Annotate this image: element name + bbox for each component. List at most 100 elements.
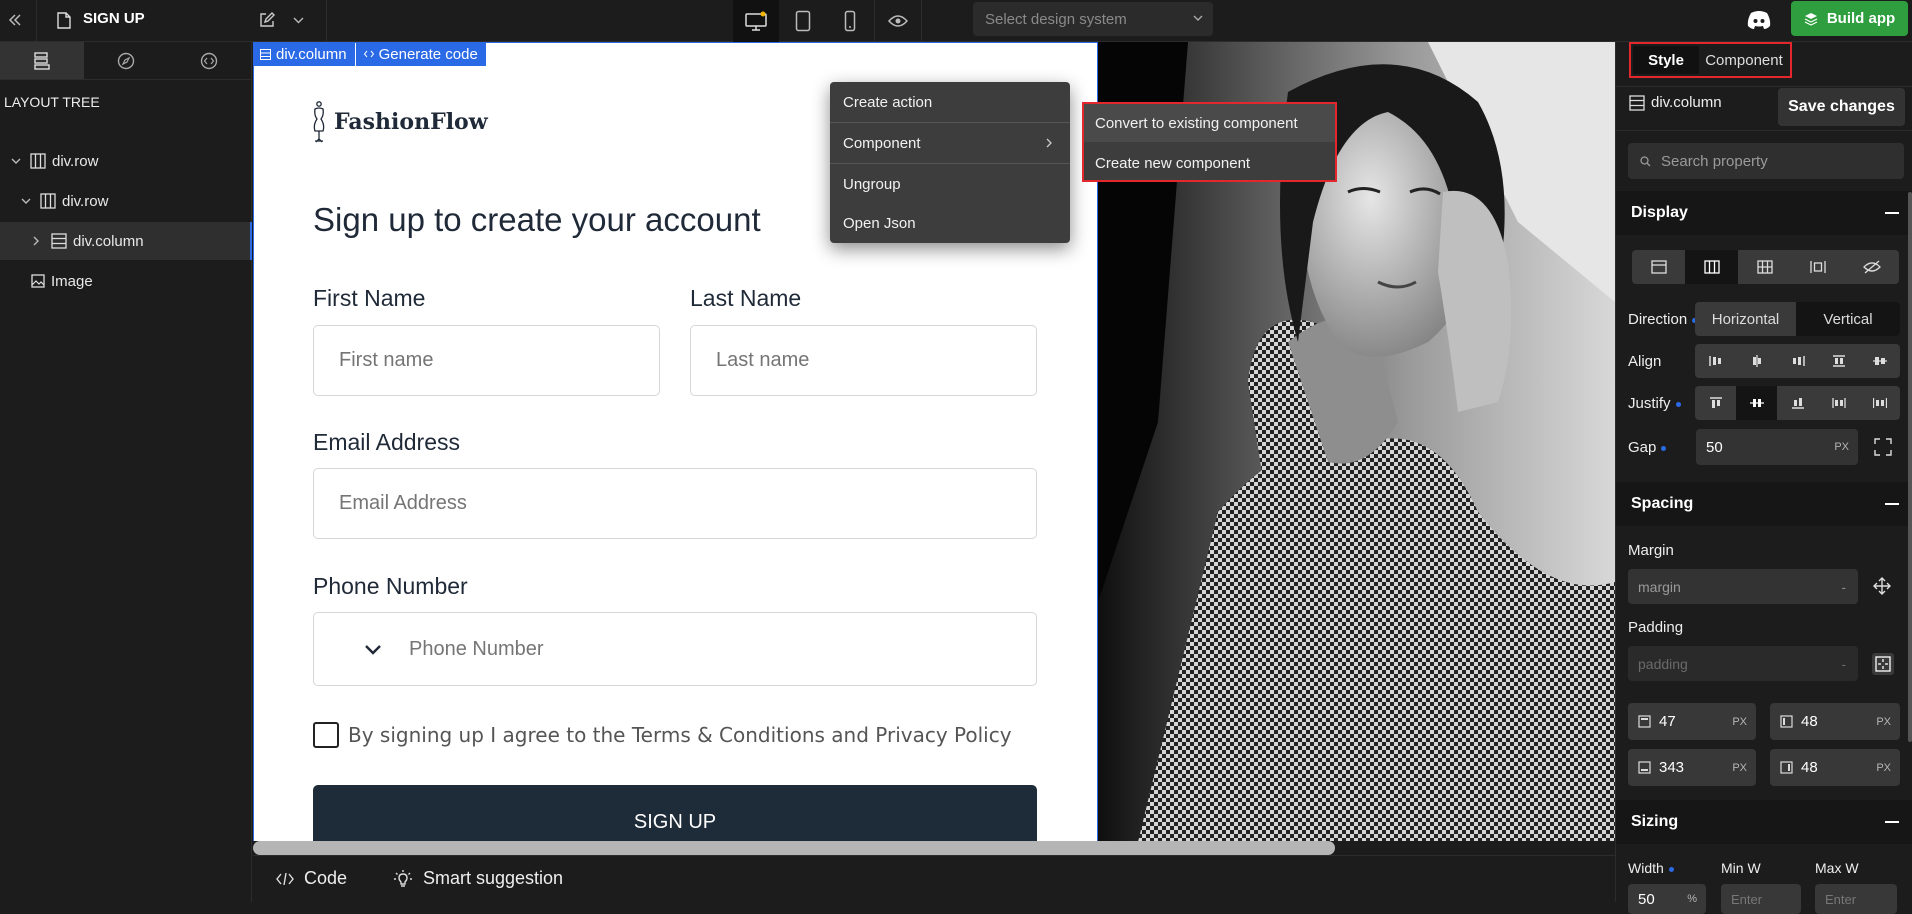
code-button[interactable]: Code <box>276 868 347 889</box>
search-property-input[interactable]: Search property <box>1628 143 1904 179</box>
design-system-select[interactable]: Select design system <box>973 2 1213 36</box>
padding-label: Padding <box>1628 619 1684 636</box>
justify-center-button[interactable] <box>1736 386 1777 420</box>
build-app-button[interactable]: Build app <box>1791 1 1908 36</box>
align-center-button[interactable] <box>1736 344 1777 378</box>
last-name-field[interactable]: Last name <box>690 325 1037 396</box>
tree-item-column[interactable]: div.column <box>0 222 252 260</box>
context-menu: Create action Component Ungroup Open Jso… <box>830 82 1070 243</box>
justify-start-icon <box>1709 397 1722 408</box>
properties-scrollbar[interactable] <box>1908 192 1912 742</box>
width-input[interactable]: 50 % <box>1628 884 1706 914</box>
align-baseline-button[interactable] <box>1859 344 1900 378</box>
direction-horizontal-button[interactable]: Horizontal <box>1695 302 1796 336</box>
scrollbar-thumb[interactable] <box>253 841 1335 855</box>
chevron-down-icon <box>1193 15 1203 21</box>
direction-vertical-button[interactable]: Vertical <box>1796 302 1900 336</box>
menu-item-component[interactable]: Component <box>830 123 1070 163</box>
padding-top-input[interactable]: 47 PX <box>1628 703 1756 740</box>
align-end-icon <box>1792 356 1805 366</box>
first-name-field[interactable]: First name <box>313 325 660 396</box>
spacing-section-header[interactable]: Spacing <box>1616 482 1912 526</box>
top-bar: SIGN UP Select design system Build app <box>0 0 1912 42</box>
tree-item-row[interactable]: div.row <box>0 142 252 180</box>
collapse-icon[interactable] <box>1885 821 1899 823</box>
margin-placeholder: margin <box>1638 578 1681 595</box>
display-inline-button[interactable] <box>1791 250 1844 284</box>
display-grid-button[interactable] <box>1738 250 1791 284</box>
tree-item-label: div.row <box>52 152 99 170</box>
padding-bottom-input[interactable]: 343 PX <box>1628 749 1756 786</box>
justify-around-button[interactable] <box>1859 386 1900 420</box>
tablet-view-button[interactable] <box>780 0 826 42</box>
gap-input[interactable]: 50 PX <box>1696 429 1858 465</box>
canvas-horizontal-scrollbar[interactable] <box>253 841 1615 855</box>
collapse-icon[interactable] <box>1885 503 1899 505</box>
menu-item-create-action[interactable]: Create action <box>830 82 1070 122</box>
max-width-input[interactable]: Enter <box>1815 884 1897 914</box>
tab-layout-tree[interactable] <box>0 42 84 79</box>
mobile-view-button[interactable] <box>827 0 873 42</box>
padding-sides-icon[interactable] <box>1872 653 1894 675</box>
menu-item-convert-to-existing-component[interactable]: Convert to existing component <box>1084 104 1335 142</box>
menu-item-ungroup[interactable]: Ungroup <box>830 164 1070 204</box>
desktop-view-button[interactable] <box>733 0 779 42</box>
properties-panel: Style Component div.column Save changes … <box>1615 42 1912 914</box>
margin-input[interactable]: margin - <box>1628 569 1858 604</box>
tree-item-image[interactable]: Image <box>0 262 252 300</box>
inline-icon <box>1809 261 1826 273</box>
tab-navigator[interactable] <box>84 42 168 79</box>
expand-gap-icon[interactable] <box>1874 438 1892 456</box>
display-flex-button[interactable] <box>1685 250 1738 284</box>
component-submenu: Convert to existing component Create new… <box>1082 102 1337 182</box>
sizing-section-header[interactable]: Sizing <box>1616 800 1912 844</box>
compass-icon <box>117 52 134 69</box>
padding-left-input[interactable]: 48 PX <box>1770 749 1900 786</box>
padding-dash: - <box>1841 655 1846 672</box>
justify-end-button[interactable] <box>1777 386 1818 420</box>
smart-suggestion-button[interactable]: Smart suggestion <box>393 868 563 889</box>
lightbulb-icon <box>394 869 412 887</box>
collapse-sidebar-icon[interactable] <box>4 9 26 31</box>
padding-bottom-value: 343 <box>1659 759 1685 776</box>
generate-code-button[interactable]: Generate code <box>355 42 486 66</box>
tree-item-row[interactable]: div.row <box>0 182 252 220</box>
tab-component[interactable]: Component <box>1699 52 1789 69</box>
selected-tag[interactable]: div.column <box>253 42 355 66</box>
submenu-item-label: Convert to existing component <box>1095 114 1298 132</box>
align-baseline-icon <box>1872 357 1887 365</box>
tab-code[interactable] <box>167 42 251 79</box>
tree-item-label: div.row <box>62 192 109 210</box>
left-panel-tabs <box>0 42 251 80</box>
signup-submit-button[interactable]: SIGN UP <box>313 785 1037 842</box>
menu-item-create-new-component[interactable]: Create new component <box>1084 144 1335 182</box>
align-start-button[interactable] <box>1695 344 1736 378</box>
tab-style[interactable]: Style <box>1633 46 1699 74</box>
column-layout-icon <box>51 233 67 249</box>
display-section-header[interactable]: Display <box>1616 191 1912 235</box>
display-block-button[interactable] <box>1632 250 1685 284</box>
display-none-button[interactable] <box>1844 250 1899 284</box>
agree-checkbox[interactable] <box>313 722 339 748</box>
edit-icon[interactable] <box>256 9 278 31</box>
min-width-input[interactable]: Enter <box>1721 884 1801 914</box>
margin-move-icon[interactable] <box>1873 577 1891 595</box>
collapse-icon[interactable] <box>1885 212 1899 214</box>
align-stretch-button[interactable] <box>1818 344 1859 378</box>
menu-item-open-json[interactable]: Open Json <box>830 203 1070 243</box>
save-changes-button[interactable]: Save changes <box>1778 88 1905 126</box>
discord-icon[interactable] <box>1744 8 1774 32</box>
padding-input[interactable]: padding - <box>1628 646 1858 681</box>
code-circle-icon <box>200 52 218 69</box>
justify-start-button[interactable] <box>1695 386 1736 420</box>
menu-item-label: Create action <box>843 93 933 111</box>
justify-label: Justify <box>1628 395 1681 412</box>
chevron-down-icon[interactable] <box>288 9 308 31</box>
phone-field[interactable]: Phone Number <box>313 612 1037 686</box>
justify-center-icon <box>1749 399 1764 407</box>
justify-between-button[interactable] <box>1818 386 1859 420</box>
align-end-button[interactable] <box>1777 344 1818 378</box>
padding-right-input[interactable]: 48 PX <box>1770 703 1900 740</box>
email-field[interactable]: Email Address <box>313 468 1037 539</box>
preview-button[interactable] <box>875 0 921 42</box>
